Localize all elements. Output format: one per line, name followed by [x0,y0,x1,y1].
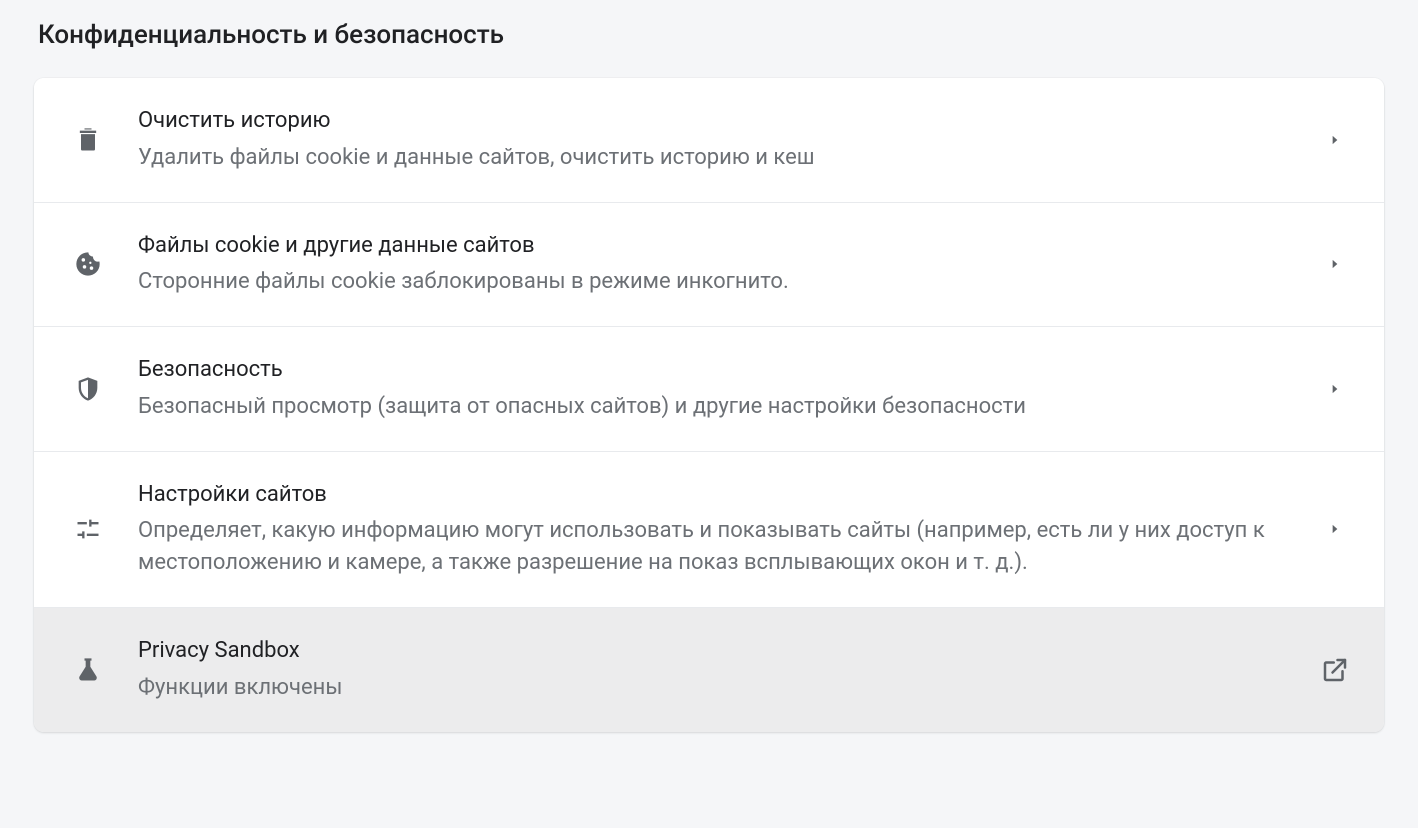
row-desc: Функции включены [138,672,1294,704]
row-desc: Безопасный просмотр (защита от опасных с… [138,391,1294,423]
chevron-right-icon [1318,257,1352,271]
security-row[interactable]: Безопасность Безопасный просмотр (защита… [34,327,1384,452]
flask-icon [74,656,102,684]
row-desc: Сторонние файлы cookie заблокированы в р… [138,266,1294,298]
clear-history-row[interactable]: Очистить историю Удалить файлы cookie и … [34,78,1384,203]
row-title: Файлы cookie и другие данные сайтов [138,231,1294,261]
open-in-new-icon [1318,655,1352,685]
row-desc: Определяет, какую информацию могут испол… [138,515,1294,579]
row-title: Очистить историю [138,106,1294,136]
section-title: Конфиденциальность и безопасность [38,20,1384,50]
row-title: Настройки сайтов [138,480,1294,510]
chevron-right-icon [1318,133,1352,147]
cookies-row[interactable]: Файлы cookie и другие данные сайтов Стор… [34,203,1384,328]
cookie-icon [74,250,102,278]
row-title: Privacy Sandbox [138,636,1294,666]
site-settings-row[interactable]: Настройки сайтов Определяет, какую инфор… [34,452,1384,608]
row-title: Безопасность [138,355,1294,385]
row-desc: Удалить файлы cookie и данные сайтов, оч… [138,142,1294,174]
chevron-right-icon [1318,522,1352,536]
trash-icon [74,126,102,154]
privacy-security-card: Очистить историю Удалить файлы cookie и … [34,78,1384,732]
chevron-right-icon [1318,382,1352,396]
shield-icon [74,375,102,403]
privacy-sandbox-row[interactable]: Privacy Sandbox Функции включены [34,608,1384,732]
sliders-icon [74,515,102,543]
